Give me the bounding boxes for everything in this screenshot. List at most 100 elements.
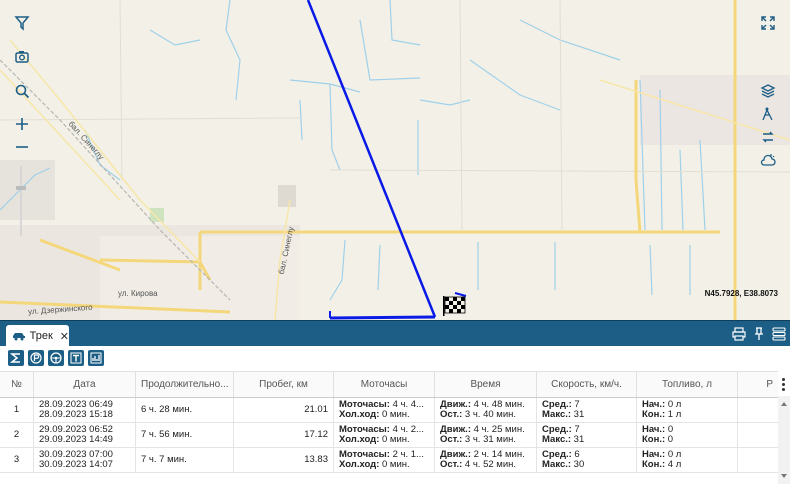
tab-track[interactable]: Трек ✕ [6,325,69,347]
column-header-time[interactable]: Время [435,372,537,397]
tab-close-icon[interactable]: ✕ [60,330,69,343]
date-end: 29.09.2023 14:49 [39,434,113,445]
moving-value: 4 ч. 25 мин. [471,423,525,435]
cell-date: 30.09.2023 07:00 30.09.2023 14:07 [34,448,136,472]
stop-label: Ост.: [440,434,463,445]
fuel-start-value: 0 л [665,398,682,410]
print-button[interactable] [732,326,746,342]
finish-flag-icon[interactable] [442,296,466,316]
parking-button[interactable] [28,350,44,366]
fuel-start-value: 0 [665,423,674,435]
idle-label: Хол.ход: [339,459,380,470]
pin-button[interactable] [752,326,766,342]
table-scrollbar[interactable] [778,396,790,484]
cell-distance: 13.83 [234,448,334,472]
zoom-slider[interactable] [20,166,22,236]
idle-label: Хол.ход: [339,434,380,445]
text-button[interactable] [68,350,84,366]
fuel-end-value: 0 [665,434,674,445]
column-header-speed[interactable]: Скорость, км/ч. [537,372,637,397]
cell-date: 28.09.2023 06:49 28.09.2023 15:18 [34,398,136,422]
directions-icon [762,131,774,143]
cell-duration: 7 ч. 56 мин. [136,423,234,447]
plus-icon [16,118,28,130]
table-row[interactable]: 3 30.09.2023 07:00 30.09.2023 14:07 7 ч. … [0,448,778,473]
cell-duration: 6 ч. 28 мин. [136,398,234,422]
moving-label: Движ.: [440,448,471,460]
search-icon [15,84,30,99]
map-canvas [0,0,790,320]
cell-speed: Сред.: 7 Макс.: 31 [537,398,637,422]
search-button[interactable] [10,80,34,102]
engine-hours-label: Моточасы: [339,448,390,460]
column-header-duration[interactable]: Продолжительно... [136,372,234,397]
zoom-slider-handle[interactable] [16,186,26,190]
cell-distance: 21.01 [234,398,334,422]
route-button[interactable] [756,103,780,125]
engine-hours-value: 2 ч. 1... [389,448,424,460]
filter-button[interactable] [10,12,34,34]
fuel-end-label: Кон.: [642,459,666,470]
column-header-number[interactable]: № [0,372,34,397]
table-row[interactable]: 1 28.09.2023 06:49 28.09.2023 15:18 6 ч. … [0,398,778,423]
stop-label: Ост.: [440,409,463,420]
coordinates-readout: N45.7928, E38.8073 [704,289,778,298]
column-header-extra[interactable]: Р [738,372,778,397]
fuel-start-label: Нач.: [642,398,666,410]
cell-number: 1 [0,398,34,422]
stop-value: 3 ч. 40 мин. [462,409,517,420]
stop-value: 3 ч. 31 мин. [462,434,517,445]
max-speed-value: 30 [571,459,585,470]
summary-button[interactable] [8,350,24,366]
weather-button[interactable] [756,149,780,171]
camera-icon [15,51,29,63]
moving-value: 4 ч. 48 мин. [471,398,525,410]
filter-icon [14,16,30,31]
cell-extra [738,448,778,472]
column-header-distance[interactable]: Пробег, км [234,372,334,397]
column-header-engine-hours[interactable]: Моточасы [334,372,435,397]
scroll-down-icon[interactable] [781,474,787,478]
cell-extra [738,398,778,422]
pin-icon [755,327,763,340]
zoom-out-button[interactable] [10,136,34,158]
layers-button[interactable] [756,80,780,102]
stop-value: 4 ч. 52 мин. [462,459,517,470]
moving-value: 2 ч. 14 мин. [471,448,525,460]
zoom-in-button[interactable] [10,113,34,135]
engine-hours-value: 4 ч. 4... [389,398,424,410]
map-view[interactable]: бал. Синеглу бал. Синеглу ул. Кирова ул.… [0,0,790,320]
engine-hours-label: Моточасы: [339,423,390,435]
cell-time: Движ.: 4 ч. 48 мин. Ост.: 3 ч. 40 мин. [435,398,537,422]
scroll-up-icon[interactable] [781,402,787,406]
column-header-fuel[interactable]: Топливо, л [637,372,738,397]
avg-speed-value: 6 [571,448,580,460]
layers-icon [760,84,776,98]
cell-number: 2 [0,423,34,447]
driving-button[interactable] [48,350,64,366]
track-report-table: № Дата Продолжительно... Пробег, км Мото… [0,371,778,473]
fuel-end-label: Кон.: [642,434,666,445]
max-speed-label: Макс.: [542,409,572,420]
fuel-start-label: Нач.: [642,448,666,460]
layout-button[interactable] [772,326,786,342]
column-header-date[interactable]: Дата [34,372,136,397]
idle-value: 0 мин. [379,459,410,470]
steering-wheel-icon [50,352,62,364]
minus-icon [16,146,28,148]
chart-button[interactable] [88,350,104,366]
column-menu-icon[interactable] [782,378,786,391]
date-end: 30.09.2023 14:07 [39,459,113,470]
fuel-start-value: 0 л [665,448,682,460]
cell-date: 29.09.2023 06:52 29.09.2023 14:49 [34,423,136,447]
directions-button[interactable] [756,126,780,148]
text-icon [70,352,82,364]
engine-hours-value: 4 ч. 2... [389,423,424,435]
screenshot-button[interactable] [10,46,34,68]
cell-fuel: Нач.: 0 л Кон.: 4 л [637,448,738,472]
fuel-end-label: Кон.: [642,409,666,420]
table-row[interactable]: 2 29.09.2023 06:52 29.09.2023 14:49 7 ч. … [0,423,778,448]
fullscreen-button[interactable] [756,12,780,34]
fuel-end-value: 1 л [665,409,682,420]
tab-label: Трек [29,330,53,342]
